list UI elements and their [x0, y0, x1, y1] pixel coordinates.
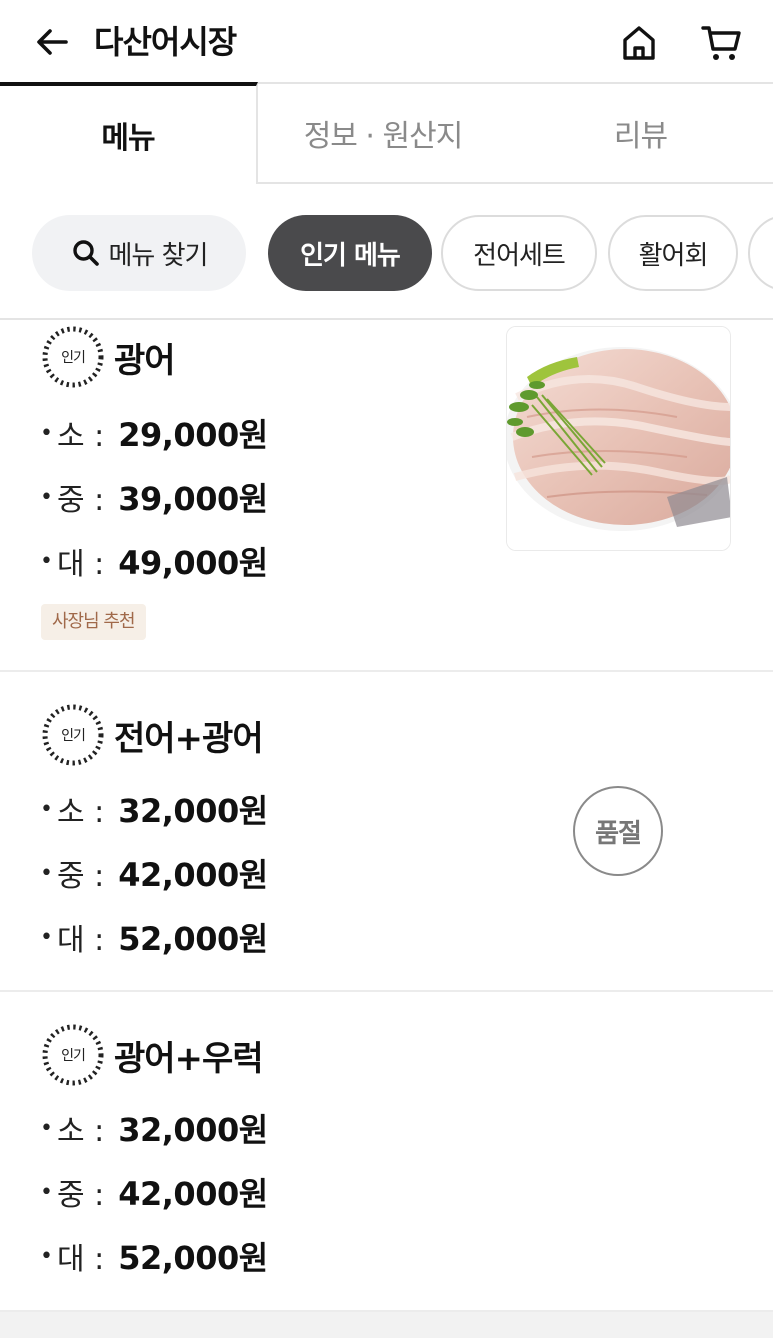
menu-item-name: 광어+우럭	[114, 1038, 264, 1079]
chip-live-fish-sashimi[interactable]: 활어회	[608, 215, 738, 291]
price-row-small: • 소 : 32,000원	[40, 789, 268, 830]
section-divider	[0, 1312, 773, 1338]
sold-out-badge: 품절	[573, 786, 663, 876]
price-row-large: • 대 : 49,000원	[40, 541, 268, 582]
size-label: 중 :	[56, 1178, 105, 1213]
cart-button[interactable]	[694, 16, 748, 70]
tab-review[interactable]: 리뷰	[508, 82, 773, 182]
chip-jeoneo-set[interactable]: 전어세트	[441, 215, 597, 291]
back-arrow-icon	[37, 29, 68, 55]
menu-search-label: 메뉴 찾기	[108, 240, 209, 271]
price-value: 52,000원	[118, 1239, 268, 1277]
back-button[interactable]	[28, 18, 76, 66]
size-label: 대 :	[56, 547, 105, 582]
popular-badge-icon: 인기	[40, 324, 106, 390]
menu-search-button[interactable]: 메뉴 찾기	[32, 215, 246, 291]
menu-item[interactable]: 인기 광어+우럭 • 소 : 32,000원 • 중 : 42,000원 • 대…	[0, 992, 773, 1312]
category-chip-bar: 메뉴 찾기 인기 메뉴 전어세트 활어회	[0, 186, 773, 320]
size-label: 소 :	[56, 419, 105, 454]
page-title: 다산어시장	[94, 23, 237, 61]
tab-info-origin[interactable]: 정보 · 원산지	[258, 82, 508, 182]
price-row-medium: • 중 : 39,000원	[40, 477, 268, 518]
price-row-large: • 대 : 52,000원	[40, 917, 268, 958]
price-row-small: • 소 : 29,000원	[40, 413, 268, 454]
popular-badge-label: 인기	[61, 350, 86, 366]
price-value: 32,000원	[118, 792, 268, 830]
price-row-medium: • 중 : 42,000원	[40, 853, 268, 894]
price-row-large: • 대 : 52,000원	[40, 1236, 268, 1277]
menu-item[interactable]: 인기 광어 • 소 : 29,000원 • 중 : 39,000원 • 대 : …	[0, 322, 773, 672]
size-label: 중 :	[56, 859, 105, 894]
size-label: 대 :	[56, 923, 105, 958]
size-label: 소 :	[56, 1114, 105, 1149]
popular-badge-icon: 인기	[40, 702, 106, 768]
home-button[interactable]	[612, 16, 666, 70]
price-value: 32,000원	[118, 1111, 268, 1149]
chip-popular-menu[interactable]: 인기 메뉴	[268, 215, 432, 291]
price-row-medium: • 중 : 42,000원	[40, 1172, 268, 1213]
popular-badge-icon: 인기	[40, 1022, 106, 1088]
price-value: 49,000원	[118, 544, 268, 582]
price-row-small: • 소 : 32,000원	[40, 1108, 268, 1149]
popular-badge-label: 인기	[61, 728, 86, 744]
size-label: 대 :	[56, 1242, 105, 1277]
size-label: 중 :	[56, 483, 105, 518]
popular-badge-label: 인기	[61, 1048, 86, 1064]
cart-icon	[701, 26, 741, 60]
menu-item[interactable]: 인기 전어+광어 • 소 : 32,000원 • 중 : 42,000원 • 대…	[0, 672, 773, 992]
price-value: 29,000원	[118, 416, 268, 454]
tab-menu[interactable]: 메뉴	[0, 82, 258, 184]
price-value: 39,000원	[118, 480, 268, 518]
owner-recommend-tag: 사장님 추천	[41, 604, 146, 640]
menu-item-header: 인기 전어+광어	[40, 702, 264, 768]
size-label: 소 :	[56, 795, 105, 830]
price-value: 42,000원	[118, 1175, 268, 1213]
price-value: 42,000원	[118, 856, 268, 894]
chip-next[interactable]	[748, 215, 773, 291]
menu-item-header: 인기 광어+우럭	[40, 1022, 264, 1088]
tab-bar: 메뉴 정보 · 원산지 리뷰	[0, 82, 773, 184]
app-header: 다산어시장	[0, 0, 773, 84]
home-icon	[623, 26, 655, 60]
menu-item-photo[interactable]	[506, 326, 731, 551]
search-icon	[71, 238, 101, 268]
menu-item-name: 광어	[114, 340, 176, 381]
menu-item-header: 인기 광어	[40, 324, 176, 390]
menu-item-name: 전어+광어	[114, 718, 264, 759]
price-value: 52,000원	[118, 920, 268, 958]
